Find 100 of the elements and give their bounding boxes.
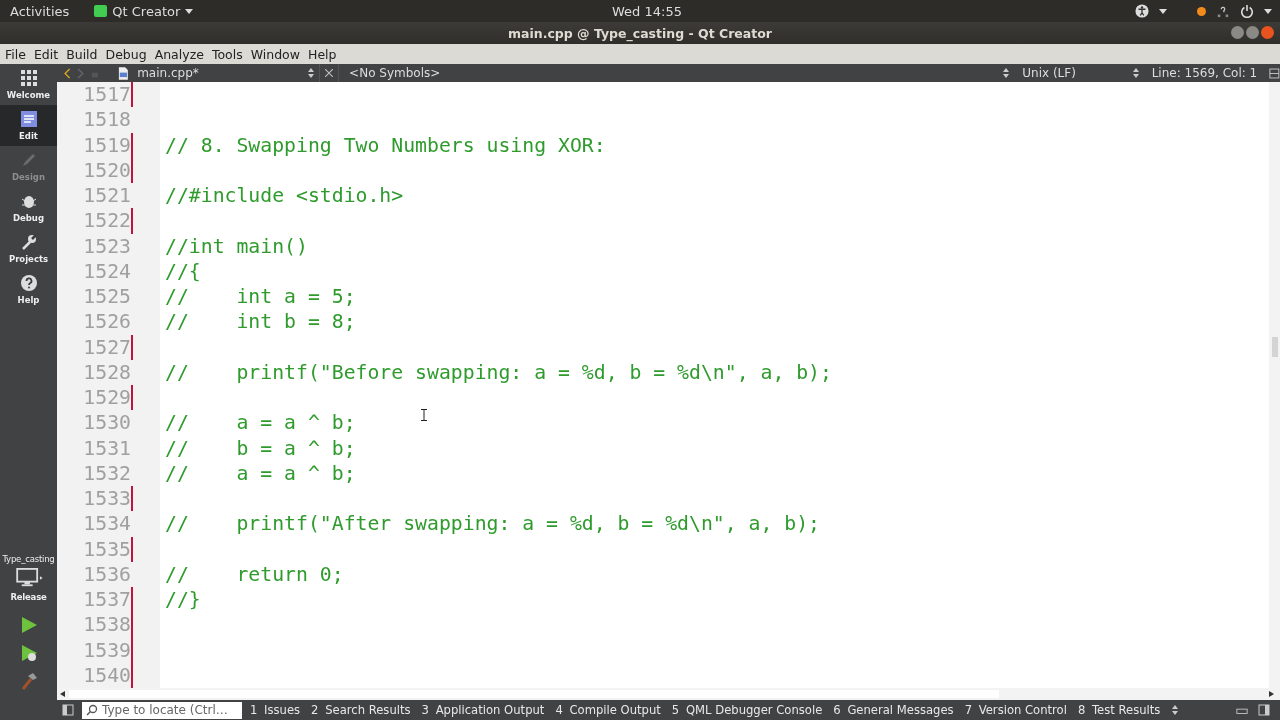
build-config[interactable]: Release	[10, 592, 47, 602]
caret-icon	[185, 8, 194, 14]
output-pane-button[interactable]: 1 Issues	[250, 703, 301, 717]
run-icon[interactable]	[19, 616, 38, 634]
clock[interactable]: Wed 14:55	[612, 3, 682, 19]
menu-item[interactable]: Window	[250, 46, 300, 62]
menu-item[interactable]: Build	[66, 46, 98, 62]
help-icon	[20, 274, 37, 291]
output-pane-button[interactable]: 8 Test Results	[1077, 703, 1161, 717]
caret-icon[interactable]	[1159, 8, 1167, 14]
line-number: 1538	[82, 612, 131, 638]
line-number: 1525	[82, 284, 131, 310]
activities-button[interactable]: Activities	[10, 3, 70, 19]
output-pane-button[interactable]: 4 Compile Output	[555, 703, 661, 717]
menu-item[interactable]: Debug	[105, 46, 147, 62]
output-pane-button[interactable]: 6 General Messages	[833, 703, 954, 717]
line-number: 1539	[82, 637, 131, 663]
mode-button[interactable]: Help	[0, 269, 57, 310]
menu-item[interactable]: Edit	[33, 46, 59, 62]
line-number: 1537	[82, 587, 131, 613]
line-number: 1517	[82, 82, 131, 108]
grid-icon	[20, 69, 37, 86]
line-number: 1523	[82, 233, 131, 259]
menu-item[interactable]: Help	[308, 46, 337, 62]
line-number: 1535	[82, 536, 131, 562]
code-comment: //}	[165, 588, 201, 611]
maximize-button[interactable]	[1246, 26, 1259, 39]
code-comment: // int a = 5;	[165, 285, 356, 308]
line-number: 1531	[82, 435, 131, 461]
updown-icon	[1003, 68, 1010, 78]
code-comment: // a = a ^ b;	[165, 461, 356, 485]
line-ending-selector[interactable]: Unix (LF)	[1014, 66, 1128, 80]
line-number: 1526	[82, 309, 131, 335]
line-number: 1532	[82, 460, 131, 486]
line-number: 1528	[82, 359, 131, 385]
wrench-icon	[20, 233, 37, 250]
code-comment: // 8. Swapping Two Numbers using XOR:	[165, 133, 606, 157]
output-pane-button[interactable]: 2 Search Results	[311, 703, 411, 717]
line-number: 1530	[82, 410, 131, 436]
mode-button[interactable]: Projects	[0, 228, 57, 269]
line-number: 1520	[82, 157, 131, 183]
line-number: 1529	[82, 385, 131, 411]
output-pane-button[interactable]: 3 Application Output	[421, 703, 545, 717]
search-icon	[86, 704, 98, 716]
code-comment: // int b = 8;	[165, 310, 356, 334]
mode-button[interactable]: Edit	[0, 105, 57, 146]
menu-item[interactable]: Analyze	[154, 46, 204, 62]
code-comment: // a = a ^ b;	[165, 411, 356, 435]
document-icon	[20, 110, 37, 127]
close-button[interactable]	[1261, 26, 1274, 39]
menu-item[interactable]: Tools	[211, 46, 243, 62]
menu-item[interactable]: File	[5, 46, 26, 62]
close-file-icon[interactable]	[325, 69, 334, 77]
line-number: 1519	[82, 132, 131, 158]
cursor-position[interactable]: Line: 1569, Col: 1	[1143, 66, 1258, 80]
line-number: 1522	[82, 208, 131, 234]
line-number: 1540	[82, 662, 131, 688]
hammer-icon[interactable]	[19, 672, 38, 690]
network-icon[interactable]	[1216, 4, 1230, 18]
locate-field[interactable]: Type to locate (Ctrl…	[82, 701, 242, 719]
horizontal-scrollbar[interactable]	[57, 688, 1280, 700]
updown-icon	[308, 68, 315, 78]
qt-logo-icon	[94, 5, 108, 17]
output-pane-button[interactable]: 5 QML Debugger Console	[671, 703, 823, 717]
symbols-selector[interactable]: <No Symbols>	[339, 66, 999, 80]
right-arrow-icon[interactable]	[1269, 691, 1274, 697]
vertical-scrollbar[interactable]	[1269, 82, 1280, 688]
pencil-icon	[20, 151, 37, 168]
line-number: 1534	[82, 511, 131, 537]
left-arrow-icon[interactable]	[60, 691, 65, 697]
code-comment: //{	[165, 259, 201, 283]
minimize-button[interactable]	[1231, 26, 1244, 39]
sidebar-toggle-icon[interactable]	[62, 704, 74, 716]
accessibility-icon[interactable]	[1135, 4, 1149, 18]
notification-dot-icon[interactable]	[1197, 6, 1206, 16]
mode-button[interactable]: Welcome	[0, 64, 57, 105]
monitor-icon[interactable]	[14, 568, 43, 588]
window-title: main.cpp @ Type_casting - Qt Creator	[508, 25, 772, 41]
mode-button[interactable]: Debug	[0, 187, 57, 228]
code-comment: // return 0;	[165, 562, 344, 586]
split-icon[interactable]	[1269, 67, 1280, 79]
code-comment: //#include <stdio.h>	[165, 184, 404, 207]
line-number: 1518	[82, 107, 131, 133]
code-comment: // printf("Before swapping: a = %d, b = %d\n", a, b);	[165, 360, 832, 384]
project-name[interactable]: Type_casting	[2, 554, 55, 564]
app-menu[interactable]: Qt Creator	[94, 3, 194, 19]
line-number: 1524	[82, 258, 131, 284]
line-number: 1536	[82, 561, 131, 587]
cpp-file-icon	[118, 66, 130, 80]
text-cursor-icon	[421, 409, 427, 421]
code-comment: // printf("After swapping: a = %d, b = %d\n", a, b);	[165, 512, 820, 536]
power-icon[interactable]	[1240, 4, 1254, 18]
file-selector[interactable]: main.cpp*	[129, 66, 304, 80]
panel-toggle-icon[interactable]	[1258, 704, 1270, 716]
updown-icon[interactable]	[1172, 705, 1179, 715]
line-number: 1521	[82, 183, 131, 209]
updown-icon	[1132, 68, 1139, 78]
output-pane-button[interactable]: 7 Version Control	[964, 703, 1067, 717]
debug-run-icon[interactable]	[19, 644, 38, 662]
caret-icon[interactable]	[1264, 8, 1272, 14]
